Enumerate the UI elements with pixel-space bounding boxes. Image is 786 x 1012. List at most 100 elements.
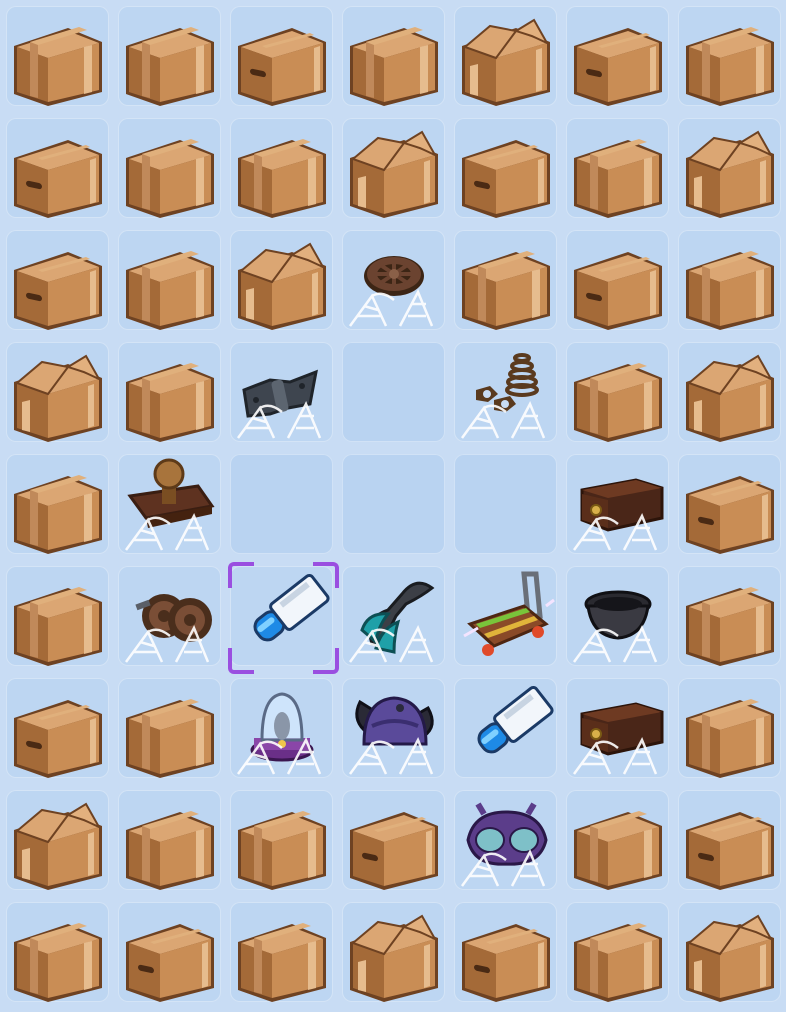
board-cell[interactable] — [454, 678, 557, 778]
board-cell[interactable] — [678, 566, 781, 666]
cardboard-box-icon — [14, 252, 102, 330]
board-cell[interactable] — [566, 118, 669, 218]
cardboard-box-icon — [14, 140, 102, 218]
cardboard-box-icon — [686, 130, 774, 218]
board-cell[interactable] — [454, 566, 557, 666]
board-cell[interactable] — [118, 454, 221, 554]
board-cell[interactable] — [6, 230, 109, 330]
board-cell[interactable] — [342, 6, 445, 106]
cardboard-box-icon — [126, 924, 214, 1002]
board-cell[interactable] — [342, 790, 445, 890]
board-cell[interactable] — [454, 118, 557, 218]
board-cell[interactable] — [678, 6, 781, 106]
board-cell[interactable] — [566, 454, 669, 554]
board-cell[interactable] — [230, 790, 333, 890]
selection-corner — [228, 648, 254, 674]
hinge-icon — [236, 369, 322, 439]
board-cell[interactable] — [454, 902, 557, 1002]
stool-icon — [124, 458, 215, 551]
board-cell[interactable] — [342, 902, 445, 1002]
board-cell[interactable] — [6, 6, 109, 106]
cardboard-box-icon — [14, 475, 102, 554]
board-cell[interactable] — [230, 678, 333, 778]
cardboard-box-icon — [126, 251, 214, 330]
cardboard-box-icon — [686, 27, 774, 106]
board-cell[interactable] — [566, 342, 669, 442]
cardboard-box-icon — [350, 812, 438, 890]
cardboard-box-icon — [238, 811, 326, 890]
board-cell[interactable] — [454, 790, 557, 890]
board-cell[interactable] — [342, 342, 445, 442]
board-cell[interactable] — [118, 678, 221, 778]
board-cell[interactable] — [678, 454, 781, 554]
cardboard-box-icon — [686, 587, 774, 666]
board-cell[interactable] — [6, 342, 109, 442]
board-cell[interactable] — [6, 566, 109, 666]
viking-helmet-icon — [348, 696, 434, 775]
cardboard-box-icon — [686, 354, 774, 442]
cardboard-box-icon — [126, 363, 214, 442]
board-cell[interactable] — [118, 230, 221, 330]
board-cell[interactable] — [678, 230, 781, 330]
board-cell[interactable] — [6, 454, 109, 554]
pliers-icon — [348, 581, 435, 663]
cardboard-box-icon — [462, 251, 550, 330]
board-cell[interactable] — [6, 902, 109, 1002]
board-cell[interactable] — [454, 454, 557, 554]
cardboard-box-icon — [14, 587, 102, 666]
cardboard-box-icon — [14, 354, 102, 442]
board-cell[interactable] — [230, 230, 333, 330]
cardboard-box-icon — [686, 699, 774, 778]
cardboard-box-icon — [462, 924, 550, 1002]
board-cell[interactable] — [342, 566, 445, 666]
bell-jar-icon — [236, 692, 322, 775]
cardboard-box-icon — [126, 699, 214, 778]
board-cell[interactable] — [118, 6, 221, 106]
board-cell[interactable] — [230, 6, 333, 106]
board-cell[interactable] — [454, 230, 557, 330]
board-cell[interactable] — [118, 790, 221, 890]
board-cell[interactable] — [118, 902, 221, 1002]
board-cell[interactable] — [6, 118, 109, 218]
board-cell[interactable] — [230, 118, 333, 218]
board-cell[interactable] — [230, 342, 333, 442]
board-cell[interactable] — [678, 790, 781, 890]
board-cell[interactable] — [566, 678, 669, 778]
board-cell[interactable] — [342, 678, 445, 778]
board-cell[interactable] — [118, 342, 221, 442]
drawer-icon — [572, 702, 664, 775]
cardboard-box-icon — [574, 28, 662, 106]
board-cell[interactable] — [566, 230, 669, 330]
cardboard-box-icon — [14, 700, 102, 778]
board-cell[interactable] — [566, 790, 669, 890]
board-cell[interactable] — [454, 6, 557, 106]
board-cell[interactable] — [118, 566, 221, 666]
board-cell[interactable] — [454, 342, 557, 442]
wheels-icon — [124, 594, 212, 663]
cardboard-box-icon — [350, 27, 438, 106]
board-cell[interactable] — [6, 678, 109, 778]
board-cell[interactable] — [342, 454, 445, 554]
board-cell[interactable] — [566, 566, 669, 666]
board-cell[interactable] — [678, 118, 781, 218]
spider-web-icon — [572, 625, 658, 663]
cardboard-box-icon — [350, 130, 438, 218]
hand-truck-icon — [463, 571, 555, 656]
board-cell[interactable] — [678, 342, 781, 442]
board-cell[interactable] — [6, 790, 109, 890]
board-cell[interactable] — [566, 902, 669, 1002]
board-cell[interactable] — [342, 230, 445, 330]
board-cell[interactable] — [230, 902, 333, 1002]
board-cell[interactable] — [118, 118, 221, 218]
board-cell[interactable] — [566, 6, 669, 106]
board-cell[interactable] — [342, 118, 445, 218]
merge-board — [0, 0, 786, 1012]
selected-board-cell[interactable] — [228, 562, 339, 674]
cardboard-box-icon — [126, 139, 214, 218]
cardboard-box-icon — [238, 28, 326, 106]
board-cell[interactable] — [230, 454, 333, 554]
board-cell[interactable] — [678, 902, 781, 1002]
board-cell[interactable] — [678, 678, 781, 778]
cardboard-box-icon — [238, 139, 326, 218]
cardboard-box-icon — [574, 139, 662, 218]
